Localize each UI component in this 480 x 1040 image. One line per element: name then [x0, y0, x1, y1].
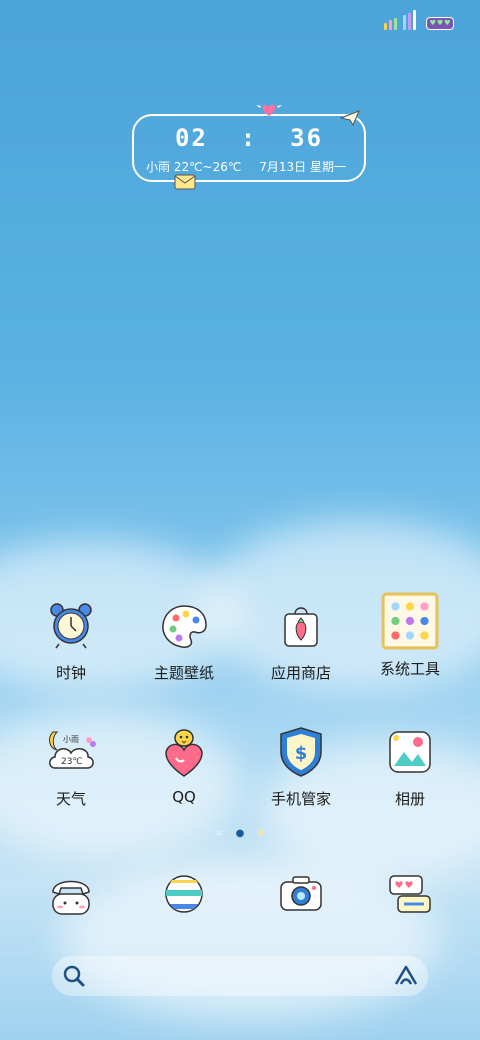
search-bar[interactable] [52, 956, 428, 996]
palette-icon [162, 605, 207, 648]
app-label: 手机管家 [270, 790, 331, 808]
dock-browser[interactable] [129, 866, 239, 922]
app-label: QQ [172, 788, 196, 806]
clock-date: 7月13日 星期一 [259, 160, 346, 174]
signal-bar [408, 12, 411, 30]
clock-widget[interactable]: 02 : 36 小雨 22℃~26℃ 7月13日 星期一 [132, 104, 366, 190]
clock-weather: 小雨 22℃~26℃ [146, 160, 242, 174]
menu-dot-icon[interactable]: ≡ [215, 828, 223, 839]
clock-minute: 36 [290, 124, 324, 152]
app-phone-manager[interactable]: $ 手机管家 [246, 724, 356, 809]
dock-phone[interactable] [16, 866, 126, 922]
paper-plane-icon [340, 110, 360, 126]
clover-dot-icon[interactable]: ✤ [256, 828, 264, 839]
signal-bar [384, 22, 387, 30]
app-gallery[interactable]: 相册 [355, 724, 465, 809]
photo-album-icon [389, 731, 431, 773]
battery-icon: ♥ ♥ ♥ [426, 16, 454, 30]
signal-bar [394, 17, 397, 30]
weather-cloud-icon: 小雨 23℃ [49, 731, 96, 769]
envelope-icon [174, 174, 196, 190]
leaf-dot-icon[interactable]: ● [236, 828, 245, 839]
dock [0, 866, 480, 926]
messages-icon [389, 875, 431, 913]
app-qq[interactable]: QQ [129, 724, 239, 806]
app-label: 相册 [394, 790, 425, 808]
dock-camera[interactable] [246, 866, 356, 922]
page-indicator[interactable]: ≡ ● ✤ [0, 828, 480, 839]
browser-ball-icon [165, 875, 203, 913]
signal-icon [384, 10, 416, 30]
app-app-store[interactable]: 应用商店 [246, 598, 356, 683]
app-label: 天气 [55, 790, 86, 808]
app-clock[interactable]: 时钟 [16, 598, 126, 683]
app-label: 系统工具 [379, 660, 440, 678]
shield-icon: $ [280, 727, 322, 777]
weather-badge: 小雨 [63, 735, 79, 744]
weather-temp: 23℃ [61, 757, 83, 767]
clock-hour: 02 [174, 124, 208, 152]
dock-messages[interactable] [355, 866, 465, 922]
signal-bar [403, 15, 406, 30]
qq-penguin-icon [165, 729, 203, 777]
app-system-tools[interactable]: 系统工具 [355, 592, 465, 679]
status-bar: ♥ ♥ ♥ [384, 10, 454, 30]
tools-folder-icon [381, 592, 439, 650]
camera-icon [280, 876, 322, 911]
clock-time: 02 : 36 [174, 124, 324, 152]
winged-heart-icon [256, 104, 282, 116]
shopping-bag-icon [284, 607, 318, 647]
app-label: 主题壁纸 [153, 664, 214, 682]
signal-bar [389, 20, 392, 30]
app-label: 时钟 [55, 664, 86, 682]
app-weather[interactable]: 小雨 23℃ 天气 [16, 724, 126, 809]
app-label: 应用商店 [270, 664, 331, 682]
app-theme-wallpaper[interactable]: 主题壁纸 [129, 598, 239, 683]
search-icon[interactable] [60, 962, 88, 990]
alarm-clock-icon [50, 603, 92, 649]
assistant-icon[interactable] [392, 962, 420, 990]
svg-text:$: $ [295, 743, 308, 764]
phone-icon [52, 880, 90, 915]
signal-bar [413, 10, 416, 30]
